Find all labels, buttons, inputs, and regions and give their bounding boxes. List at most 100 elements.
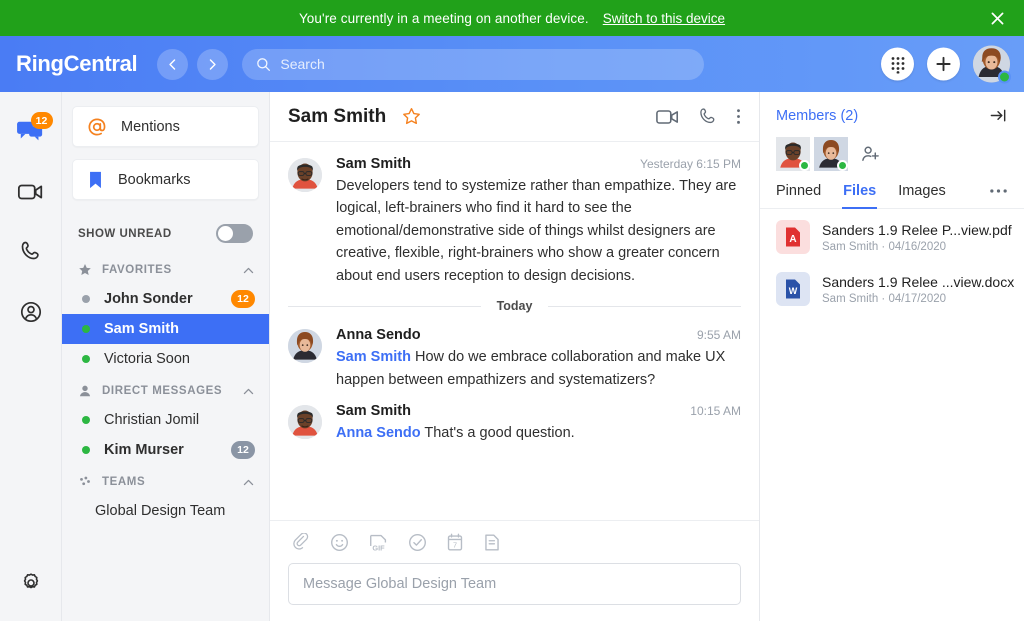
member-avatars — [760, 125, 1024, 171]
conversation-name: Global Design Team — [95, 503, 255, 519]
bookmark-icon — [87, 170, 104, 190]
contacts-icon — [19, 300, 43, 324]
file-item-pdf[interactable]: A Sanders 1.9 Relee P...view.pdf Sam Smi… — [760, 209, 1024, 261]
presence-indicator — [998, 71, 1011, 84]
event-icon[interactable]: 7 — [446, 533, 464, 552]
presence-indicator — [837, 160, 848, 171]
message-list: Sam Smith Yesterday 6:15 PM Developers t… — [270, 142, 759, 520]
sidebar-group-favorites-label: FAVORITES — [102, 264, 242, 276]
sidebar-item-global-design-team[interactable]: Global Design Team — [62, 496, 269, 526]
conversation-name: Christian Jomil — [104, 412, 255, 428]
presence-indicator — [799, 160, 810, 171]
chevron-left-icon — [166, 58, 179, 71]
chevron-up-icon — [242, 476, 255, 489]
message-author: Sam Smith — [336, 403, 411, 419]
message-item: Anna Sendo 9:55 AM Sam Smith How do we e… — [288, 327, 741, 391]
header-actions — [881, 46, 1010, 83]
conversation-name: John Sonder — [104, 291, 231, 307]
close-icon[interactable] — [986, 7, 1008, 29]
conversation-name: Kim Murser — [104, 442, 231, 458]
note-icon[interactable] — [483, 533, 501, 552]
mention-link[interactable]: Anna Sendo — [336, 425, 421, 441]
rail-bottom — [0, 561, 62, 605]
rail-item-video[interactable] — [9, 170, 53, 214]
message-timestamp: 9:55 AM — [697, 328, 741, 342]
message-body: Sam Smith 10:15 AM Anna Sendo That's a g… — [336, 403, 741, 444]
switch-device-link[interactable]: Switch to this device — [603, 11, 725, 26]
file-name: Sanders 1.9 Relee ...view.docx — [822, 274, 1008, 290]
members-title[interactable]: Members (2) — [776, 108, 858, 124]
more-vertical-icon[interactable] — [736, 107, 741, 126]
message-text: Anna Sendo That's a good question. — [336, 422, 741, 444]
sidebar-group-teams[interactable]: TEAMS — [62, 465, 269, 496]
show-unread-toggle[interactable] — [216, 224, 253, 243]
divider-line-right — [548, 306, 741, 307]
gear-icon[interactable] — [9, 561, 53, 605]
collapse-right-icon[interactable] — [989, 106, 1008, 125]
sidebar-item-christian-jomil[interactable]: Christian Jomil — [62, 405, 269, 435]
day-divider: Today — [288, 299, 741, 313]
tab-pinned[interactable]: Pinned — [776, 183, 821, 208]
dialpad-icon[interactable] — [881, 48, 914, 81]
message-item: Sam Smith Yesterday 6:15 PM Developers t… — [288, 156, 741, 287]
more-horizontal-icon[interactable] — [989, 188, 1008, 203]
unread-badge: 12 — [231, 290, 255, 308]
emoji-icon[interactable] — [330, 533, 349, 552]
member-avatar-sam[interactable] — [776, 137, 810, 171]
sidebar-item-bookmarks[interactable]: Bookmarks — [72, 159, 259, 200]
page-title: Sam Smith — [288, 106, 386, 128]
task-icon[interactable] — [408, 533, 427, 552]
nav-back-button[interactable] — [157, 49, 188, 80]
avatar[interactable] — [973, 46, 1010, 83]
star-icon — [78, 263, 92, 277]
add-person-icon[interactable] — [860, 144, 881, 165]
svg-text:W: W — [789, 286, 798, 296]
file-meta: Sanders 1.9 Relee ...view.docx Sam Smith… — [822, 274, 1008, 305]
tab-files[interactable]: Files — [843, 183, 876, 208]
sidebar-item-mentions[interactable]: Mentions — [72, 106, 259, 147]
message-header: Anna Sendo 9:55 AM — [336, 327, 741, 343]
message-header: Sam Smith Yesterday 6:15 PM — [336, 156, 741, 172]
sidebar-item-john-sonder[interactable]: John Sonder 12 — [62, 284, 269, 314]
rail-item-contacts[interactable] — [9, 290, 53, 334]
person-icon — [78, 384, 92, 398]
file-subtitle: Sam Smith · 04/17/2020 — [822, 293, 1008, 305]
sidebar-item-kim-murser[interactable]: Kim Murser 12 — [62, 435, 269, 465]
message-input[interactable]: Message Global Design Team — [288, 563, 741, 605]
conversation-name: Sam Smith — [104, 321, 255, 337]
word-file-icon: W — [776, 272, 810, 306]
sidebar-group-direct-messages[interactable]: DIRECT MESSAGES — [62, 374, 269, 405]
file-item-docx[interactable]: W Sanders 1.9 Relee ...view.docx Sam Smi… — [760, 261, 1024, 313]
presence-dot — [82, 325, 90, 333]
tab-images[interactable]: Images — [898, 183, 946, 208]
video-call-icon[interactable] — [656, 108, 680, 126]
nav-forward-button[interactable] — [197, 49, 228, 80]
member-avatar-anna[interactable] — [814, 137, 848, 171]
conversation-name: Victoria Soon — [104, 351, 255, 367]
sidebar-group-favorites[interactable]: FAVORITES — [62, 253, 269, 284]
sidebar-item-sam-smith[interactable]: Sam Smith — [62, 314, 269, 344]
message-avatar[interactable] — [288, 405, 322, 439]
message-item: Sam Smith 10:15 AM Anna Sendo That's a g… — [288, 403, 741, 444]
search-input[interactable]: Search — [242, 49, 704, 80]
star-outline-icon[interactable] — [402, 107, 421, 126]
phone-call-icon[interactable] — [698, 107, 718, 127]
message-avatar[interactable] — [288, 329, 322, 363]
plus-icon[interactable] — [927, 48, 960, 81]
message-body: Sam Smith Yesterday 6:15 PM Developers t… — [336, 156, 741, 287]
chevron-up-icon — [242, 385, 255, 398]
file-meta: Sanders 1.9 Relee P...view.pdf Sam Smith… — [822, 222, 1008, 253]
file-subtitle: Sam Smith · 04/16/2020 — [822, 241, 1008, 253]
unread-badge: 12 — [231, 441, 255, 459]
icon-rail: 12 — [0, 92, 62, 621]
mention-link[interactable]: Sam Smith — [336, 349, 411, 365]
rail-item-messages[interactable]: 12 — [9, 110, 53, 154]
gif-icon[interactable]: GIF — [368, 533, 389, 552]
meeting-banner: You're currently in a meeting on another… — [0, 0, 1024, 36]
message-avatar[interactable] — [288, 158, 322, 192]
show-unread-label: SHOW UNREAD — [78, 228, 172, 240]
attachment-icon[interactable] — [292, 533, 311, 552]
rail-item-phone[interactable] — [9, 230, 53, 274]
message-text-body: That's a good question. — [424, 425, 574, 441]
sidebar-item-victoria-soon[interactable]: Victoria Soon — [62, 344, 269, 374]
